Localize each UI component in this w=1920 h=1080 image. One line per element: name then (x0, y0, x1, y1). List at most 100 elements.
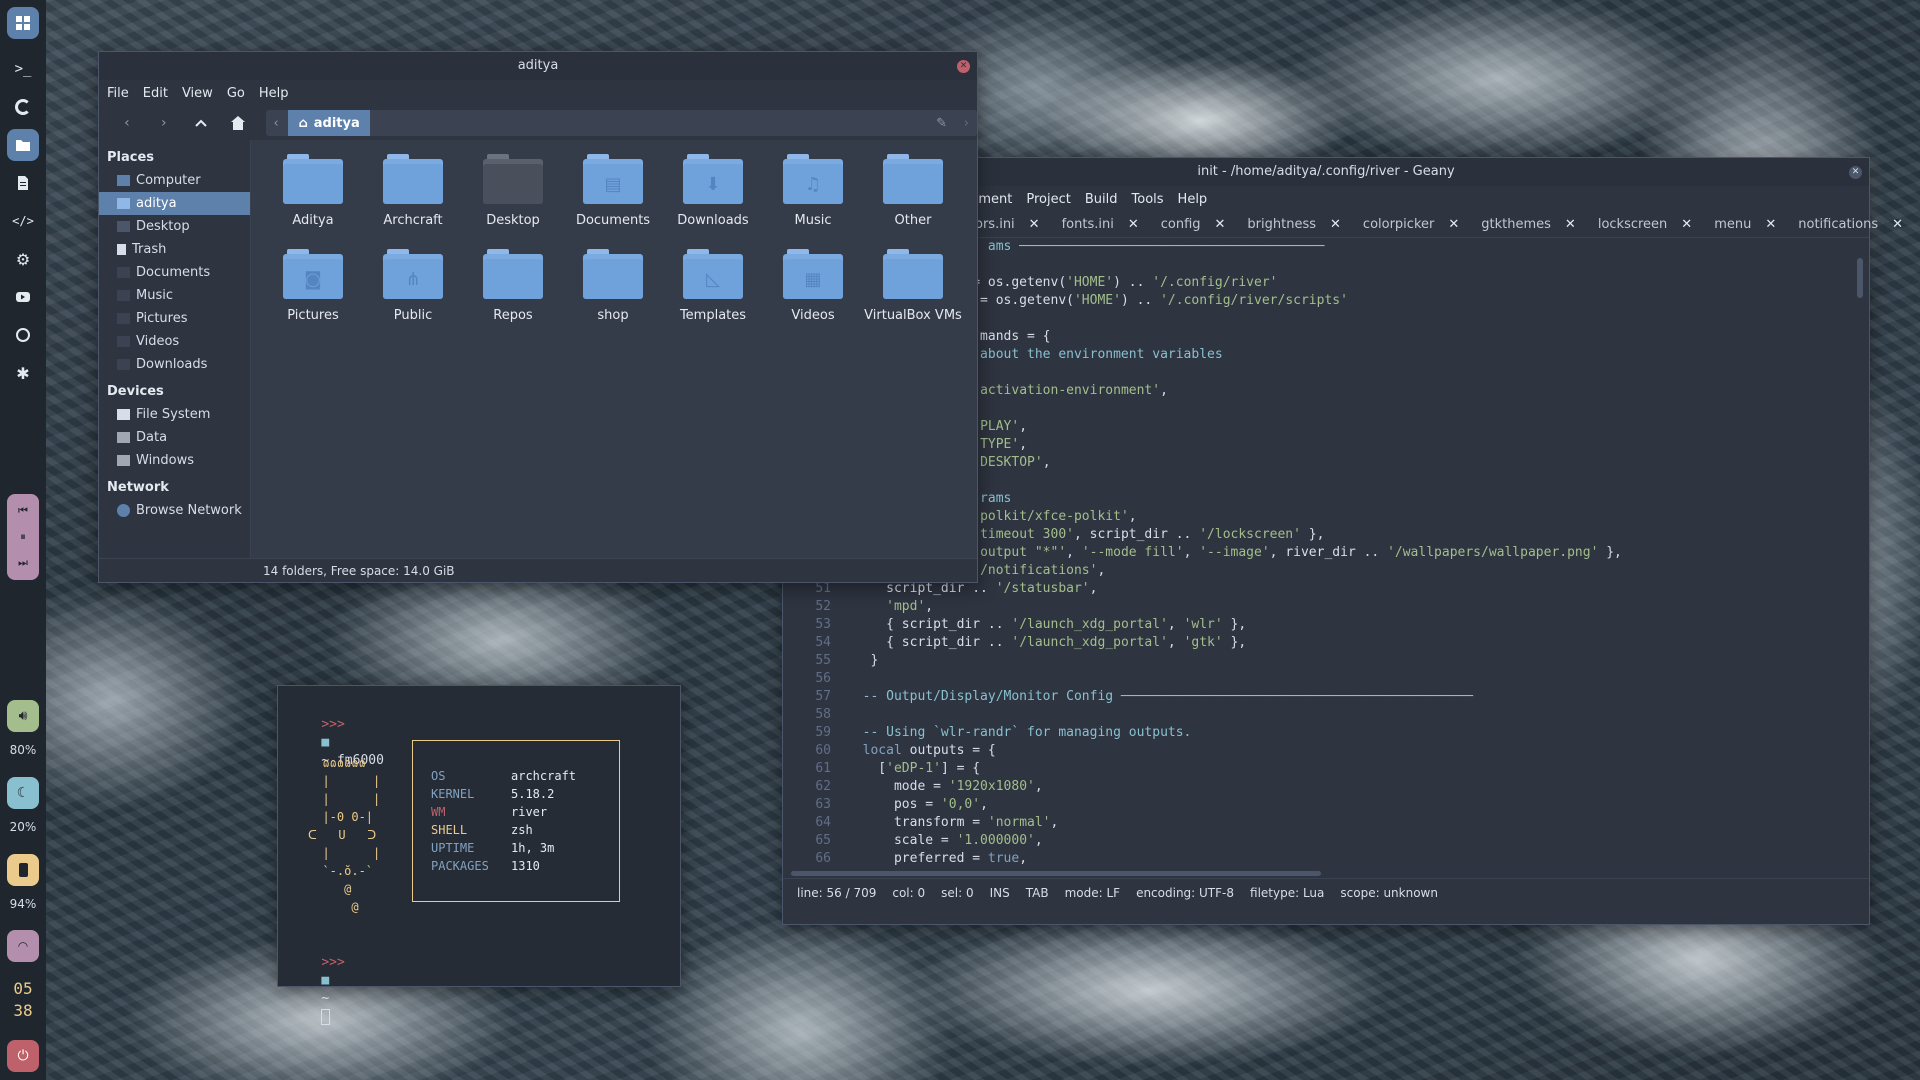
sidebar-item-pictures[interactable]: Pictures (99, 307, 250, 330)
fm-menu-help[interactable]: Help (259, 86, 289, 101)
fm-close-button[interactable]: ✕ (957, 60, 970, 73)
folder-item[interactable]: ⬇ Downloads (663, 150, 763, 245)
text-editor-button[interactable] (7, 167, 39, 199)
fm-menu-go[interactable]: Go (227, 86, 245, 101)
tab-lockscreen[interactable]: lockscreen ✕ (1598, 217, 1692, 232)
geany-menu-tools[interactable]: Tools (1132, 192, 1164, 207)
fetch-value: zsh (511, 823, 533, 837)
folder-item[interactable]: shop (563, 245, 663, 340)
close-icon[interactable]: ✕ (1029, 217, 1040, 232)
sidebar-item-downloads[interactable]: Downloads (99, 353, 250, 376)
folder-item[interactable]: ◺ Templates (663, 245, 763, 340)
geany-menu-project[interactable]: Project (1026, 192, 1070, 207)
sidebar-item-file-system[interactable]: File System (99, 403, 250, 426)
terminal-window[interactable]: >>> ■ ~ fm6000 ɷɷɷɷɷɷ | | | | |-0 0-| ᑕ … (277, 685, 681, 1025)
close-icon[interactable]: ✕ (1128, 217, 1139, 232)
path-button-aditya[interactable]: ⌂ aditya (288, 110, 370, 136)
sidebar-item-videos[interactable]: Videos (99, 330, 250, 353)
folder-item[interactable]: ▦ Videos (763, 245, 863, 340)
next-track-icon[interactable]: ⏭ (18, 556, 28, 570)
sidebar-item-documents[interactable]: Documents (99, 261, 250, 284)
volume-value: 80% (9, 743, 37, 757)
close-icon[interactable]: ✕ (1765, 217, 1776, 232)
wifi-button[interactable]: ◠ (7, 930, 39, 962)
fm-menu-edit[interactable]: Edit (143, 86, 168, 101)
fm-titlebar[interactable]: aditya ✕ (99, 52, 977, 80)
battery-button[interactable] (7, 854, 39, 886)
folder-item[interactable]: Desktop (463, 150, 563, 245)
tab-fonts-ini[interactable]: fonts.ini ✕ (1062, 217, 1139, 232)
sidebar-item-music[interactable]: Music (99, 284, 250, 307)
folder-item[interactable]: ▤ Documents (563, 150, 663, 245)
github-button[interactable] (7, 319, 39, 351)
brightness-button[interactable]: ☾ (7, 777, 39, 809)
vertical-scrollbar[interactable] (1857, 258, 1863, 298)
edit-path-icon[interactable]: ✎ (936, 116, 947, 131)
fetch-value: archcraft (511, 769, 577, 783)
tab-gtkthemes[interactable]: gtkthemes ✕ (1481, 217, 1576, 232)
fetch-value: 5.18.2 (511, 787, 555, 801)
tab-colors-ini[interactable]: ors.ini ✕ (975, 217, 1040, 232)
close-icon[interactable]: ✕ (1892, 217, 1903, 232)
tab-config[interactable]: config ✕ (1161, 217, 1226, 232)
browser-button[interactable] (7, 91, 39, 123)
path-scroll-left-icon[interactable]: ‹ (273, 116, 278, 131)
tab-brightness[interactable]: brightness ✕ (1247, 217, 1341, 232)
folder-view[interactable]: Aditya Archcraft Desktop ▤ Documents ⬇ Dow… (251, 140, 977, 558)
location-bar[interactable]: ‹ ⌂ aditya ✎ › (266, 110, 977, 136)
sidebar-item-computer[interactable]: Computer (99, 169, 250, 192)
path-scroll-right-icon[interactable]: › (964, 116, 969, 131)
app-launcher-button[interactable] (7, 7, 39, 39)
terminal-button[interactable]: >_ (7, 53, 39, 85)
fetch-row-uptime: UPTIME 1h, 3m (431, 839, 619, 857)
sidebar-item-browse-network[interactable]: Browse Network (99, 499, 250, 522)
sidebar-item-windows[interactable]: Windows (99, 449, 250, 472)
fm-menu-view[interactable]: View (182, 86, 213, 101)
folder-item[interactable]: Other (863, 150, 963, 245)
folder-item[interactable]: ♫ Music (763, 150, 863, 245)
folder-item[interactable]: ◙ Pictures (263, 245, 363, 340)
fetch-value: river (511, 805, 548, 819)
folder-item[interactable]: Archcraft (363, 150, 463, 245)
geany-menu-build[interactable]: Build (1085, 192, 1118, 207)
up-button[interactable] (187, 109, 215, 137)
folder-item[interactable]: ⋔ Public (363, 245, 463, 340)
power-button[interactable]: ⏻ (7, 1040, 39, 1072)
previous-track-icon[interactable]: ⏮ (18, 504, 28, 518)
close-icon[interactable]: ✕ (1330, 217, 1341, 232)
preferences-button[interactable]: ✱ (7, 357, 39, 389)
pause-icon[interactable]: ⏸ (20, 530, 26, 544)
settings-button[interactable]: ⚙ (7, 243, 39, 275)
fetch-key: KERNEL (431, 787, 475, 801)
folder-item[interactable]: Aditya (263, 150, 363, 245)
brightness-value: 20% (9, 820, 37, 834)
close-icon[interactable]: ✕ (1681, 217, 1692, 232)
code-editor-button[interactable]: </> (7, 205, 39, 237)
geany-close-button[interactable]: ✕ (1849, 166, 1862, 179)
tab-notifications[interactable]: notifications ✕ (1798, 217, 1903, 232)
youtube-button[interactable] (7, 281, 39, 313)
back-button[interactable]: ‹ (113, 109, 141, 137)
horizontal-scrollbar[interactable] (791, 871, 1321, 876)
volume-button[interactable]: 🔊︎ (7, 700, 39, 732)
file-manager-button[interactable] (7, 129, 39, 161)
forward-button[interactable]: › (150, 109, 178, 137)
trash-icon (117, 244, 126, 255)
tab-colorpicker[interactable]: colorpicker ✕ (1363, 217, 1459, 232)
home-button[interactable] (224, 109, 252, 137)
battery-value: 94% (9, 897, 37, 911)
folder-item[interactable]: VirtualBox VMs (863, 245, 963, 340)
sidebar-item-trash[interactable]: Trash (99, 238, 250, 261)
sidebar-item-desktop[interactable]: Desktop (99, 215, 250, 238)
sidebar-item-aditya[interactable]: aditya (99, 192, 250, 215)
sidebar-item-data[interactable]: Data (99, 426, 250, 449)
public-folder-icon: ⋔ (383, 249, 443, 299)
tab-menu[interactable]: menu ✕ (1714, 217, 1776, 232)
folder-item[interactable]: Repos (463, 245, 563, 340)
close-icon[interactable]: ✕ (1448, 217, 1459, 232)
fetch-key: SHELL (431, 823, 468, 837)
close-icon[interactable]: ✕ (1565, 217, 1576, 232)
fm-menu-file[interactable]: File (107, 86, 129, 101)
close-icon[interactable]: ✕ (1215, 217, 1226, 232)
geany-menu-help[interactable]: Help (1178, 192, 1208, 207)
